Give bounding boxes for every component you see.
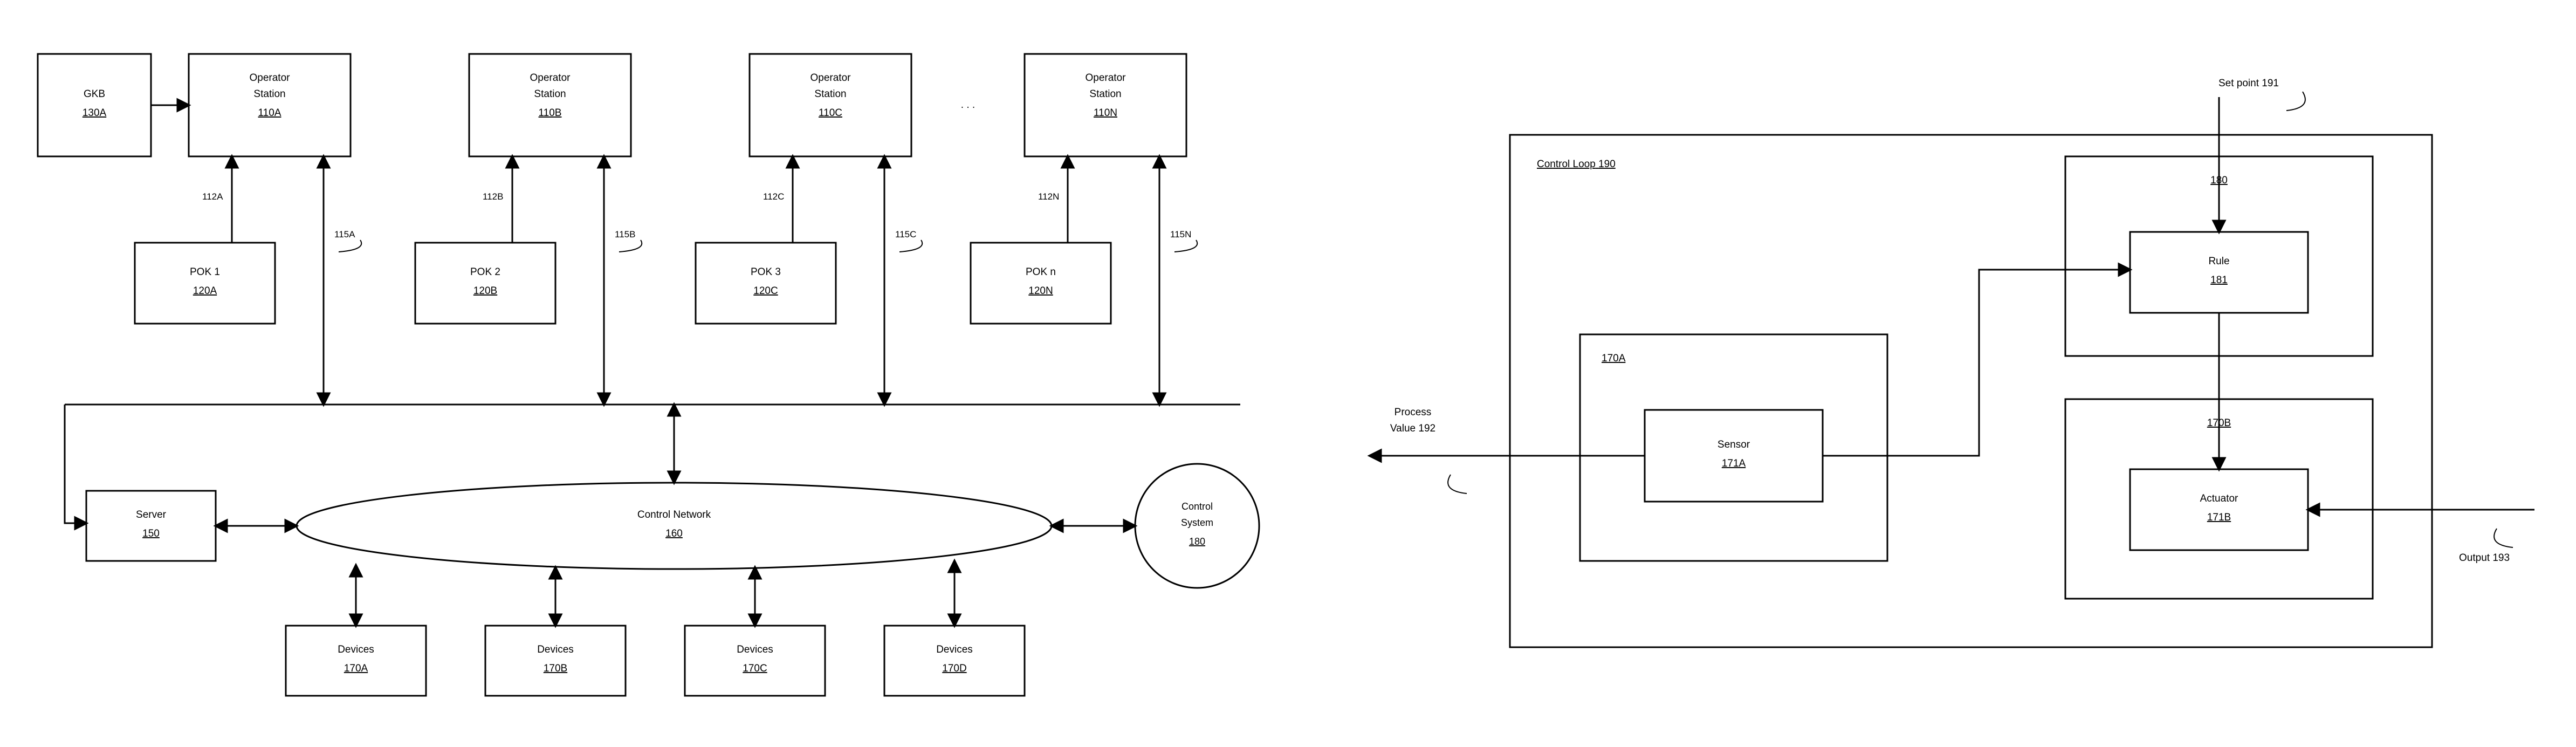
setpoint-label: Set point 191 (2218, 78, 2279, 89)
hook-115n (1174, 240, 1197, 252)
rule-box (2130, 232, 2308, 313)
ellipsis-label: . . . (961, 99, 975, 111)
operator-station-b: Operator Station 110B (469, 54, 631, 156)
devices-id: 170B (544, 663, 567, 674)
control-loop-box (1510, 135, 2432, 647)
control-system: Control System 180 (1135, 464, 1259, 588)
actuator-id: 171B (2207, 512, 2231, 523)
pok-title: POK n (1026, 266, 1056, 278)
devices-id: 170D (942, 663, 966, 674)
op-title2: Station (253, 88, 285, 100)
box-170a: 170A Sensor 171A (1580, 334, 1887, 561)
gkb-box: GKB 130A (38, 54, 151, 156)
rule-title: Rule (2208, 256, 2229, 267)
pok-2: POK 2 120B (415, 243, 555, 324)
right-diagram: Control Loop 190 170A Sensor 171A 180 Ru… (1370, 78, 2534, 647)
pok-id: 120A (193, 285, 217, 297)
hook-setpoint (2286, 92, 2305, 111)
output-label: Output 193 (2459, 552, 2510, 564)
hook-115b (619, 240, 642, 252)
process-label2: Value 192 (1390, 423, 1435, 434)
pok-id: 120B (473, 285, 497, 297)
system-id: 180 (1189, 536, 1205, 547)
hook-115a (339, 240, 361, 252)
pok-title: POK 2 (470, 266, 500, 278)
server-box: Server 150 (86, 491, 216, 561)
pok-1: POK 1 120A (135, 243, 275, 324)
devices-d: Devices 170D (884, 626, 1025, 696)
devices-a: Devices 170A (286, 626, 426, 696)
pok-3: POK 3 120C (696, 243, 836, 324)
operator-station-c: Operator Station 110C (750, 54, 911, 156)
server-title: Server (136, 509, 167, 520)
pok-title: POK 3 (751, 266, 781, 278)
control-loop-title: Control Loop 190 (1537, 159, 1616, 170)
operator-station-a: Operator Station 110A (189, 54, 351, 156)
devices-b: Devices 170B (485, 626, 626, 696)
hook-process (1448, 475, 1467, 494)
op-id: 110B (539, 107, 562, 119)
devices-title: Devices (338, 644, 374, 655)
pok-title: POK 1 (190, 266, 220, 278)
diagram-canvas: GKB 130A Operator Station 110A Operator … (0, 0, 2576, 747)
sensor-id: 171A (1722, 458, 1746, 469)
box-170a-id: 170A (1602, 353, 1626, 364)
op-id: 110C (819, 107, 842, 119)
label-112c: 112C (763, 191, 784, 202)
edge-sensor-rule (1823, 270, 2130, 456)
op-title1: Operator (810, 72, 851, 84)
pok-id: 120C (753, 285, 778, 297)
gkb-title: GKB (84, 88, 105, 100)
op-title2: Station (534, 88, 566, 100)
op-title1: Operator (530, 72, 571, 84)
label-112a: 112A (202, 191, 223, 202)
devices-c: Devices 170C (685, 626, 825, 696)
pok-id: 120N (1028, 285, 1053, 297)
label-115b: 115B (615, 229, 635, 239)
label-112n: 112N (1038, 191, 1059, 202)
network-id: 160 (665, 528, 683, 539)
server-id: 150 (142, 528, 160, 539)
label-115a: 115A (334, 229, 355, 239)
process-label1: Process (1395, 407, 1432, 418)
label-115c: 115C (895, 229, 916, 239)
gkb-id: 130A (83, 107, 107, 119)
actuator-box (2130, 469, 2308, 550)
rule-id: 181 (2210, 275, 2228, 286)
control-network: Control Network 160 (297, 483, 1052, 569)
op-id: 110N (1094, 107, 1117, 119)
edge-bus-server (65, 405, 86, 523)
devices-title: Devices (737, 644, 773, 655)
op-id: 110A (258, 107, 281, 119)
system-title1: Control (1181, 501, 1213, 512)
devices-title: Devices (537, 644, 574, 655)
sensor-title: Sensor (1718, 439, 1750, 450)
actuator-title: Actuator (2200, 493, 2238, 504)
devices-title: Devices (936, 644, 973, 655)
op-title2: Station (814, 88, 846, 100)
devices-id: 170A (344, 663, 368, 674)
hook-115c (899, 240, 922, 252)
devices-id: 170C (743, 663, 767, 674)
pok-n: POK n 120N (971, 243, 1111, 324)
network-title: Control Network (637, 509, 711, 520)
sensor-box (1645, 410, 1823, 502)
system-title2: System (1181, 517, 1213, 528)
left-diagram: GKB 130A Operator Station 110A Operator … (38, 54, 1259, 696)
hook-output (2494, 529, 2513, 547)
operator-station-n: Operator Station 110N (1025, 54, 1186, 156)
label-115n: 115N (1170, 229, 1191, 239)
op-title1: Operator (250, 72, 291, 84)
label-112b: 112B (483, 191, 503, 202)
op-title2: Station (1089, 88, 1121, 100)
op-title1: Operator (1086, 72, 1126, 84)
